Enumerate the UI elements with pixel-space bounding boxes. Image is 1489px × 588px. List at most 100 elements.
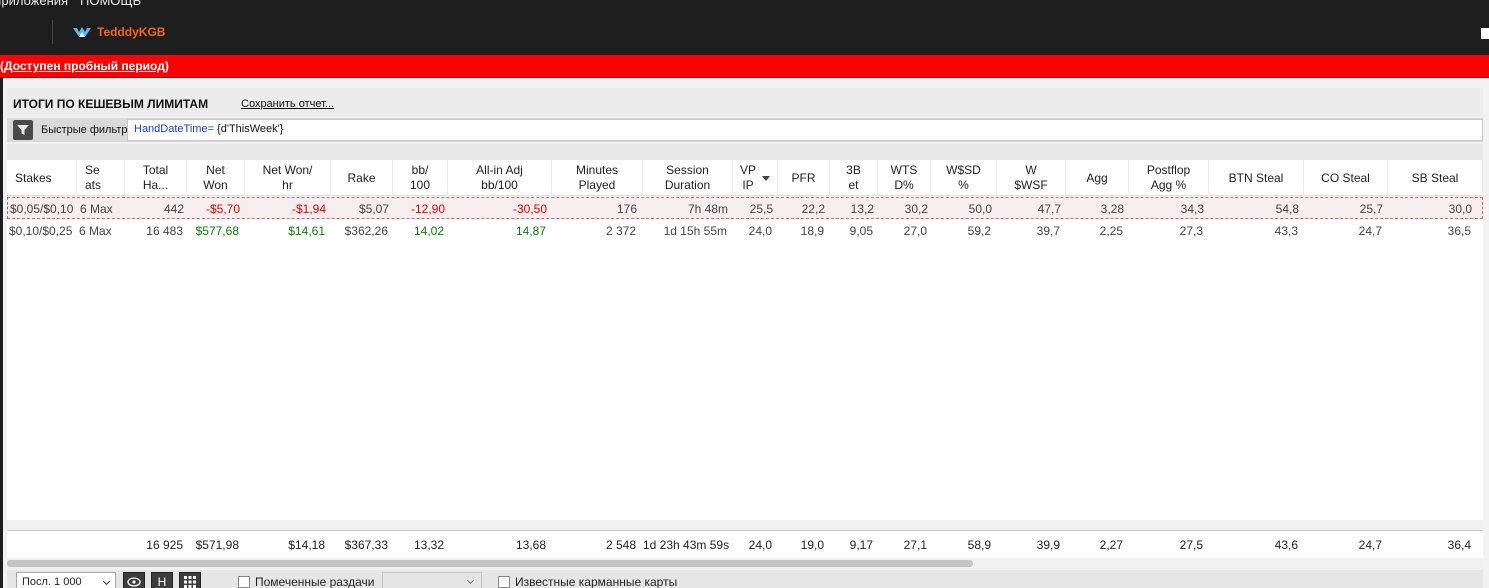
column-header-label: Se ats	[85, 163, 102, 192]
column-header-label: BTN Steal	[1228, 170, 1284, 185]
column-header-bb-100[interactable]: bb/ 100	[393, 160, 448, 196]
cell-minutes-played: 176	[616, 202, 637, 216]
column-header-label: Minutes Played	[575, 163, 619, 192]
cell-co-steal: 24,7	[1358, 224, 1382, 238]
column-header-net-won[interactable]: Net Won	[187, 160, 245, 196]
total-wtsd: 27,1	[903, 538, 927, 552]
column-header-postflop-agg[interactable]: Postflop Agg %	[1129, 160, 1209, 196]
total-rake: $367,33	[344, 538, 388, 552]
menu-item-apps[interactable]: Приложения	[0, 0, 68, 8]
column-header-label: All-in Adj bb/100	[476, 163, 523, 192]
grid-view-icon[interactable]	[179, 572, 201, 588]
total-pfr: 19,0	[800, 538, 824, 552]
column-header-stakes[interactable]: Stakes	[7, 160, 77, 196]
menu-bar: Приложения ПОМОЩЬ	[0, 0, 1489, 8]
total-vpip: 24,0	[748, 538, 772, 552]
cell-net-won: -$5,70	[205, 202, 240, 216]
total-allin-adj-bb-100: 13,68	[515, 538, 546, 552]
column-header-wtsd[interactable]: WTS D%	[878, 160, 931, 196]
cell-3bet: 13,2	[850, 202, 874, 216]
account-username[interactable]: TedddyKGB	[97, 25, 165, 39]
column-header-label: CO Steal	[1321, 170, 1370, 185]
column-header-net-won-hr[interactable]: Net Won/ hr	[245, 160, 331, 196]
replay-icon[interactable]	[123, 572, 145, 588]
save-report-link[interactable]: Сохранить отчет...	[241, 98, 334, 110]
cell-allin-adj-bb-100: 14,87	[515, 224, 546, 238]
column-header-btn-steal[interactable]: BTN Steal	[1209, 160, 1304, 196]
table-row[interactable]: $0,05/$0,10 6 Max 442 -$5,70 -$1,94 $5,07 -12,…	[7, 197, 1483, 219]
column-header-label: Agg	[1086, 170, 1108, 185]
total-net-won-hr: $14,18	[288, 538, 325, 552]
column-header-minutes-played[interactable]: Minutes Played	[552, 160, 643, 196]
stats-grid: Stakes Se ats Total Ha... Net Won Net Won/ h…	[7, 160, 1483, 520]
table-row[interactable]: $0,10/$0,25 6 Max 16 483 $577,68 $14,61 $362,…	[7, 220, 1483, 242]
column-header-sb-steal[interactable]: SB Steal	[1388, 160, 1483, 196]
trial-link[interactable]: Доступен пробный период	[4, 59, 165, 73]
column-header-total-hands[interactable]: Total Ha...	[125, 160, 187, 196]
column-header-wwsf[interactable]: W $WSF	[997, 160, 1066, 196]
total-sb-steal: 36,4	[1447, 538, 1471, 552]
cell-wwsf: 47,7	[1037, 202, 1061, 216]
marked-hands-select[interactable]	[382, 572, 482, 588]
account-logo-icon	[73, 27, 91, 37]
total-btn-steal: 43,6	[1274, 538, 1298, 552]
cell-vpip: 25,5	[749, 202, 773, 216]
marked-hands-checkbox[interactable]	[238, 576, 250, 588]
trial-close-paren: )	[164, 59, 169, 73]
hand-history-button[interactable]: H	[151, 572, 173, 588]
column-header-label: Rake	[347, 170, 376, 185]
column-header-vpip[interactable]: VP IP	[733, 160, 778, 196]
column-header-session-duration[interactable]: Session Duration	[643, 160, 733, 196]
column-header-label: bb/ 100	[409, 163, 431, 192]
column-header-label: Session Duration	[664, 163, 711, 192]
column-header-rake[interactable]: Rake	[331, 160, 393, 196]
window-control[interactable]	[1481, 28, 1489, 39]
total-agg: 2,27	[1099, 538, 1123, 552]
filter-icon[interactable]	[13, 120, 33, 140]
cell-postflop-agg: 27,3	[1179, 224, 1203, 238]
total-stakes	[7, 531, 77, 559]
hand-range-select[interactable]: Посл. 1 000	[16, 572, 116, 588]
cell-bb-100: -12,90	[410, 202, 445, 216]
cell-stakes: $0,10/$0,25	[9, 224, 73, 238]
total-net-won: $571,98	[195, 538, 239, 552]
cell-rake: $362,26	[344, 224, 388, 238]
column-header-3bet[interactable]: 3B et	[830, 160, 878, 196]
column-header-label: W $WSF	[1014, 163, 1048, 192]
bottom-toolbar: Посл. 1 000 H Помеченные раздачи Известн…	[7, 570, 1483, 588]
cell-net-won-hr: $14,61	[288, 224, 325, 238]
cell-wwsf: 39,7	[1036, 224, 1060, 238]
cell-minutes-played: 2 372	[605, 224, 636, 238]
cell-sb-steal: 30,0	[1448, 202, 1472, 216]
column-header-label: Total Ha...	[142, 163, 169, 192]
column-header-wsd[interactable]: W$SD %	[931, 160, 997, 196]
scrollbar-thumb[interactable]	[7, 560, 973, 567]
horizontal-scrollbar[interactable]	[7, 559, 1483, 568]
cell-postflop-agg: 34,3	[1180, 202, 1204, 216]
known-cards-checkbox[interactable]	[498, 576, 510, 588]
cell-agg: 3,28	[1100, 202, 1124, 216]
column-header-seats[interactable]: Se ats	[77, 160, 125, 196]
column-header-allin-adj-bb-100[interactable]: All-in Adj bb/100	[448, 160, 552, 196]
cell-sb-steal: 36,5	[1447, 224, 1471, 238]
cell-wtsd: 27,0	[903, 224, 927, 238]
cell-3bet: 9,05	[849, 224, 873, 238]
total-minutes-played: 2 548	[605, 538, 636, 552]
menu-item-help[interactable]: ПОМОЩЬ	[80, 0, 141, 8]
filter-expression-input[interactable]: HandDateTime= {d'ThisWeek'}	[127, 119, 1483, 141]
cell-total-hands: 16 483	[146, 224, 183, 238]
hand-range-value: Посл. 1 000	[22, 576, 82, 588]
quick-filter-bar: Быстрые фильтры HandDateTime= {d'ThisWee…	[7, 118, 1483, 142]
cell-session-duration: 7h 48m	[687, 202, 728, 216]
cell-wsd: 50,0	[968, 202, 992, 216]
column-header-agg[interactable]: Agg	[1066, 160, 1129, 196]
cell-session-duration: 1d 15h 55m	[663, 224, 727, 238]
column-header-co-steal[interactable]: CO Steal	[1304, 160, 1388, 196]
column-header-label: W$SD %	[946, 163, 981, 192]
total-seats	[77, 531, 125, 559]
cell-pfr: 22,2	[801, 202, 825, 216]
trial-banner: (Доступен пробный период)	[0, 55, 1489, 78]
column-header-pfr[interactable]: PFR	[778, 160, 830, 196]
column-header-label: Stakes	[15, 170, 52, 185]
grid-header: Stakes Se ats Total Ha... Net Won Net Won/ h…	[7, 160, 1483, 196]
